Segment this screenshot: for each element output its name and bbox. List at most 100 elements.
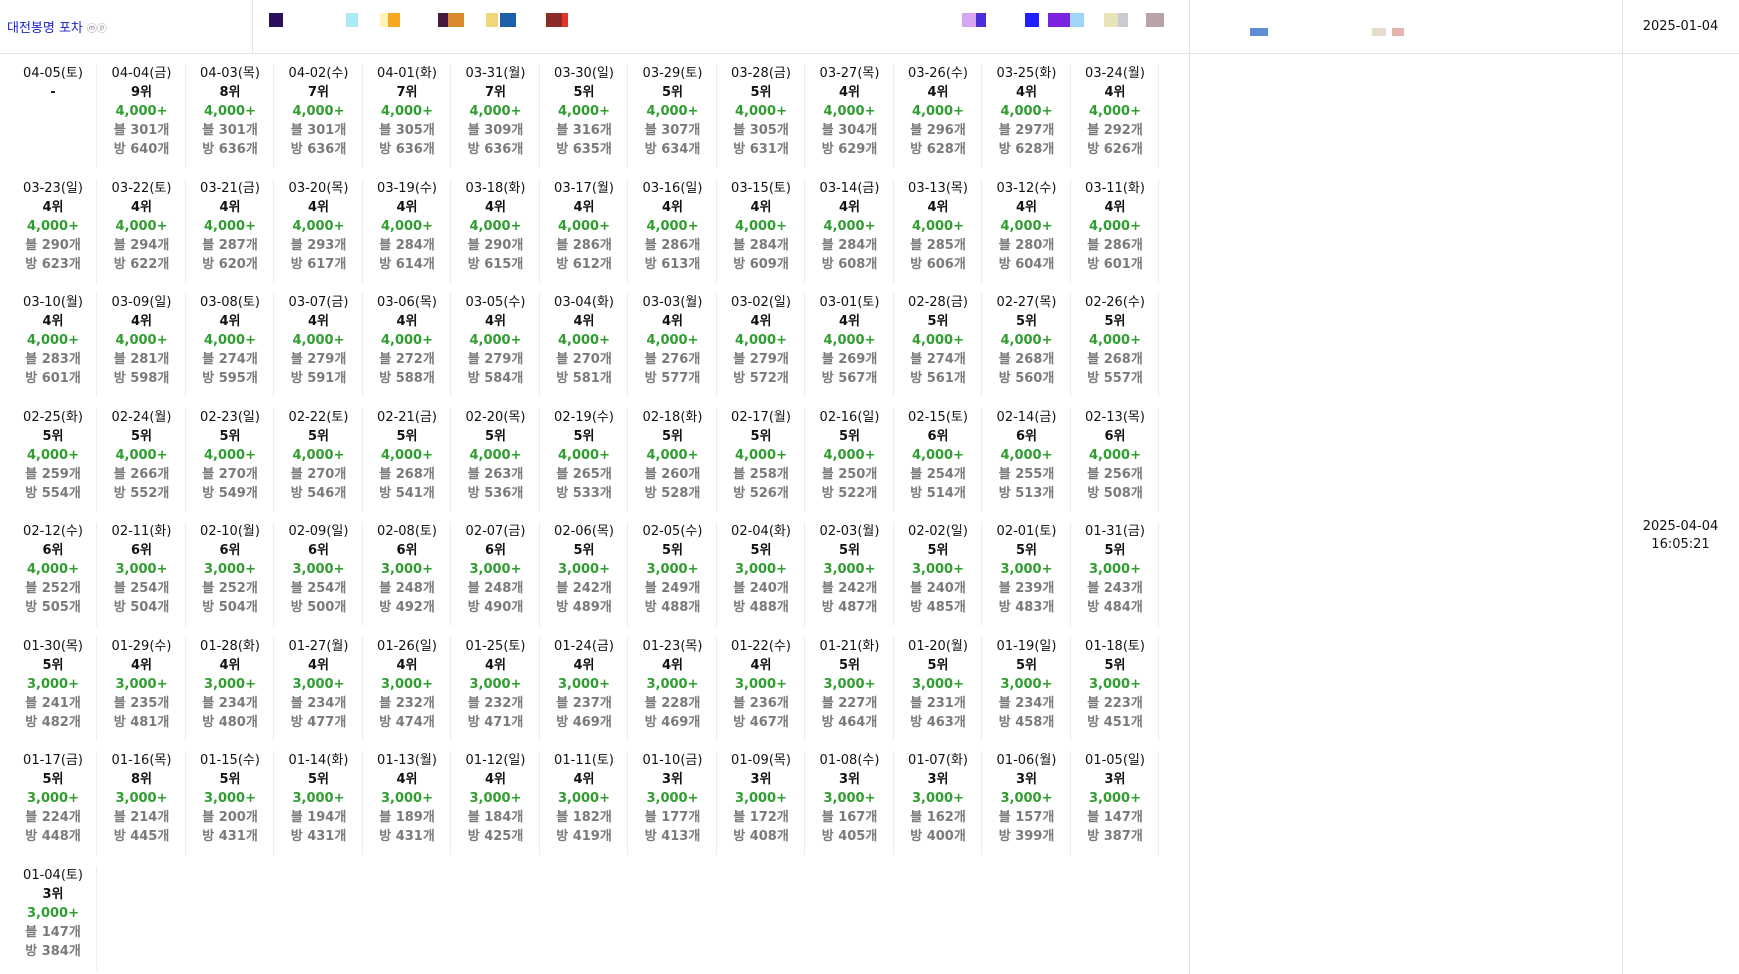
day-blog-count: 블 241개 xyxy=(25,695,81,711)
day-blog-count: 블 232개 xyxy=(379,695,435,711)
day-blog-count: 블 231개 xyxy=(910,695,966,711)
day-date: 01-19(일) xyxy=(996,638,1057,654)
place-title[interactable]: 대전봉명 포차 ⓜⓟ xyxy=(7,17,107,36)
day-cell: 02-18(화) 5위 4,000+ 블 260개 방 528개 xyxy=(630,407,717,512)
day-rank: 4위 xyxy=(219,314,241,329)
day-visit-count: 방 484개 xyxy=(1087,600,1143,615)
day-blog-count: 블 239개 xyxy=(998,581,1055,596)
day-visit-count: 방 640개 xyxy=(113,142,170,157)
day-visit-count: 방 487개 xyxy=(821,600,878,615)
day-rank: 4위 xyxy=(661,314,683,329)
day-rank: 3위 xyxy=(661,772,683,787)
day-date: 01-27(월) xyxy=(288,638,349,654)
day-rank: 4위 xyxy=(1104,85,1126,100)
day-cell: 03-21(금) 4위 4,000+ 블 287개 방 620개 xyxy=(187,178,274,283)
day-blog-count: 블 286개 xyxy=(556,237,612,253)
day-date: 04-04(금) xyxy=(111,66,172,81)
day-cell: 02-07(금) 6위 3,000+ 블 248개 방 490개 xyxy=(453,522,540,626)
day-cell: 03-29(토) 5위 4,000+ 블 307개 방 634개 xyxy=(630,64,717,168)
day-cell: 03-07(금) 4위 4,000+ 블 279개 방 591개 xyxy=(276,293,363,397)
day-blog-count: 블 290개 xyxy=(25,237,81,253)
day-date: 01-26(일) xyxy=(377,638,437,654)
day-visit-count: 방 526개 xyxy=(733,485,789,501)
day-date: 03-11(화) xyxy=(1085,180,1145,196)
day-date: 01-31(금) xyxy=(1085,524,1145,539)
day-date: 01-20(월) xyxy=(908,638,968,654)
day-volume: 3,000+ xyxy=(292,791,345,806)
day-date: 04-05(토) xyxy=(23,66,83,81)
day-visit-count: 방 546개 xyxy=(290,485,347,501)
day-rank: 4위 xyxy=(219,199,241,215)
day-rank: 5위 xyxy=(396,428,418,444)
day-rank: 4위 xyxy=(396,657,418,673)
day-date: 01-29(수) xyxy=(111,638,172,654)
day-cell: 03-30(일) 5위 4,000+ 블 316개 방 635개 xyxy=(541,64,628,168)
day-blog-count: 블 242개 xyxy=(821,581,878,596)
day-volume: 4,000+ xyxy=(380,447,433,463)
day-volume: 4,000+ xyxy=(1000,218,1053,234)
day-visit-count: 방 405개 xyxy=(821,829,878,844)
day-date: 03-06(목) xyxy=(377,295,437,310)
day-volume: 3,000+ xyxy=(203,676,256,692)
day-date: 03-13(목) xyxy=(908,180,968,196)
day-rank: 4위 xyxy=(484,772,506,787)
day-visit-count: 방 464개 xyxy=(821,714,878,730)
day-date: 03-18(화) xyxy=(465,180,526,196)
day-rank: 6위 xyxy=(219,543,241,558)
day-volume: 4,000+ xyxy=(646,104,699,119)
day-blog-count: 블 248개 xyxy=(467,581,524,596)
day-blog-count: 블 270개 xyxy=(202,466,258,482)
day-volume: 3,000+ xyxy=(380,791,433,806)
day-cell: 01-07(화) 3위 3,000+ 블 162개 방 400개 xyxy=(895,751,982,855)
day-rank: 6위 xyxy=(1104,428,1126,444)
day-date: 02-25(화) xyxy=(23,409,83,425)
day-blog-count: 블 242개 xyxy=(556,581,612,596)
day-visit-count: 방 445개 xyxy=(113,829,170,844)
day-volume: 4,000+ xyxy=(203,104,256,119)
day-visit-count: 방 617개 xyxy=(290,256,347,272)
day-rank: 6위 xyxy=(1015,428,1037,444)
day-blog-count: 블 301개 xyxy=(113,123,170,138)
day-date: 01-28(화) xyxy=(200,638,260,654)
day-volume: 4,000+ xyxy=(823,104,876,119)
day-date: 01-06(월) xyxy=(996,753,1057,768)
color-swatch xyxy=(346,13,358,27)
day-rank: 5위 xyxy=(42,657,64,673)
header-bar: 대전봉명 포차 ⓜⓟ 2025-01-04 xyxy=(0,0,1739,54)
day-date: 01-08(수) xyxy=(819,753,880,768)
day-volume: 4,000+ xyxy=(26,218,79,234)
place-name[interactable]: 대전봉명 포차 xyxy=(7,21,83,36)
day-cell: 03-27(목) 4위 4,000+ 블 304개 방 629개 xyxy=(807,64,894,168)
day-date: 01-14(화) xyxy=(288,753,349,768)
day-rank: - xyxy=(50,85,56,100)
day-volume: 3,000+ xyxy=(1000,562,1053,577)
day-volume: 4,000+ xyxy=(911,218,964,234)
day-cell: 03-01(토) 4위 4,000+ 블 269개 방 567개 xyxy=(807,293,894,397)
day-volume: 3,000+ xyxy=(646,562,699,577)
day-volume: 4,000+ xyxy=(646,447,699,463)
color-swatch xyxy=(1250,28,1268,36)
day-volume: 4,000+ xyxy=(292,447,345,463)
day-cell: 01-25(토) 4위 3,000+ 블 232개 방 471개 xyxy=(453,636,540,741)
day-rank: 5위 xyxy=(838,543,860,558)
day-date: 03-04(화) xyxy=(554,295,614,310)
day-cell: 01-15(수) 5위 3,000+ 블 200개 방 431개 xyxy=(187,751,274,855)
day-rank: 4위 xyxy=(42,199,64,215)
day-volume: 3,000+ xyxy=(203,562,256,577)
day-date: 01-16(목) xyxy=(111,753,172,768)
day-cell: 04-02(수) 7위 4,000+ 블 301개 방 636개 xyxy=(276,64,363,168)
day-blog-count: 블 305개 xyxy=(733,123,789,138)
color-swatch xyxy=(438,13,448,27)
day-blog-count: 블 234개 xyxy=(290,695,347,711)
day-rank: 5위 xyxy=(661,428,683,444)
day-visit-count: 방 541개 xyxy=(379,485,435,501)
day-rank: 4위 xyxy=(396,199,418,215)
day-blog-count: 블 285개 xyxy=(910,237,966,253)
day-volume: 4,000+ xyxy=(1088,333,1141,348)
day-blog-count: 블 227개 xyxy=(821,695,878,711)
day-blog-count: 블 240개 xyxy=(910,581,966,596)
day-date: 02-28(금) xyxy=(908,295,968,310)
day-rank: 4위 xyxy=(484,199,506,215)
day-blog-count: 블 268개 xyxy=(379,466,435,482)
day-rank: 6위 xyxy=(307,543,329,558)
